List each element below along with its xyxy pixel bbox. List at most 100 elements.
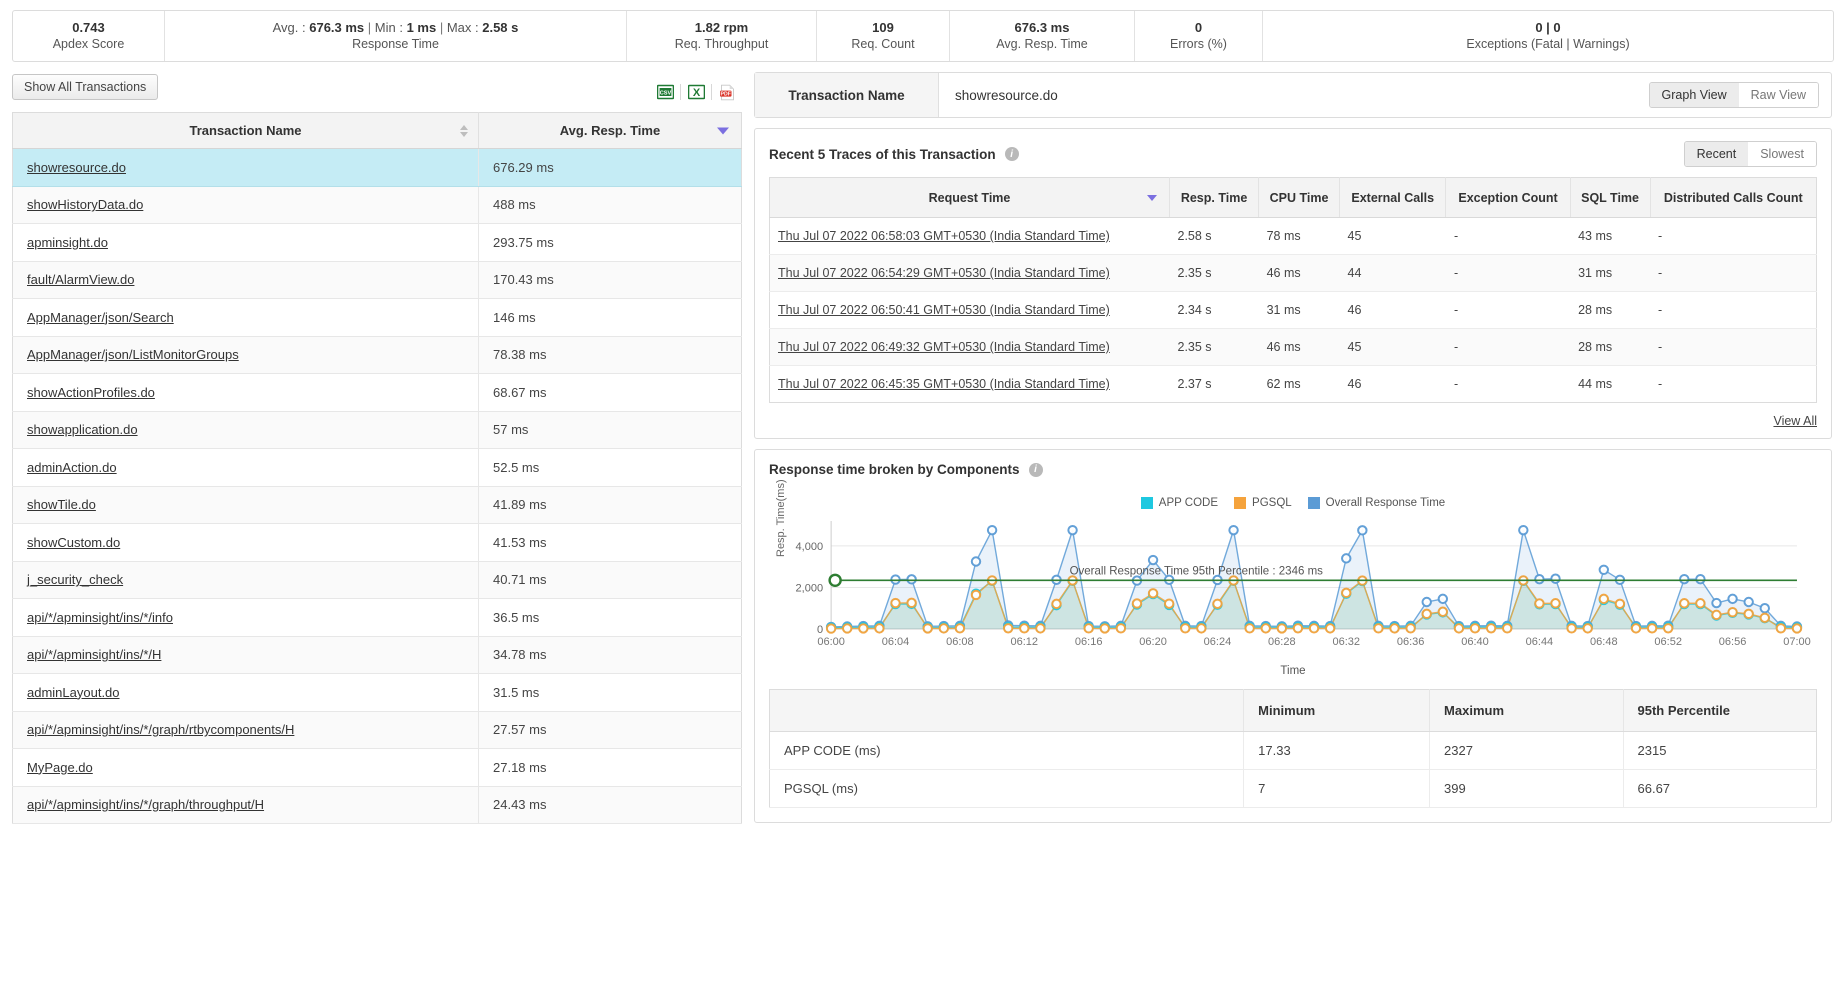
chart-data-point[interactable] bbox=[906, 597, 917, 609]
transaction-link[interactable]: MyPage.do bbox=[27, 760, 93, 775]
chart-data-point[interactable] bbox=[1534, 573, 1545, 585]
chart-data-point[interactable] bbox=[1228, 524, 1239, 536]
chart-data-point[interactable] bbox=[1695, 573, 1706, 585]
chart-data-point[interactable] bbox=[1485, 623, 1497, 634]
chart-data-point[interactable] bbox=[1292, 623, 1304, 634]
chart-data-point[interactable] bbox=[1566, 623, 1577, 634]
chart-data-point[interactable] bbox=[1115, 623, 1127, 634]
traces-column-header[interactable]: Distributed Calls Count bbox=[1650, 177, 1817, 218]
chart-data-point[interactable] bbox=[1341, 553, 1352, 564]
trace-time-link[interactable]: Thu Jul 07 2022 06:54:29 GMT+0530 (India… bbox=[778, 266, 1110, 280]
chart-data-point[interactable] bbox=[1421, 596, 1432, 608]
trace-row[interactable]: Thu Jul 07 2022 06:45:35 GMT+0530 (India… bbox=[770, 366, 1817, 403]
trace-time-link[interactable]: Thu Jul 07 2022 06:50:41 GMT+0530 (India… bbox=[778, 303, 1110, 317]
show-all-transactions-button[interactable]: Show All Transactions bbox=[12, 74, 159, 100]
chart-data-point[interactable] bbox=[1212, 598, 1223, 609]
chart-data-point[interactable] bbox=[970, 556, 982, 567]
chart-data-point[interactable] bbox=[890, 597, 901, 609]
traces-column-header[interactable]: Resp. Time bbox=[1169, 177, 1260, 218]
chart-data-point[interactable] bbox=[1695, 598, 1706, 609]
chart-data-point[interactable] bbox=[1244, 623, 1255, 634]
transaction-link[interactable]: showActionProfiles.do bbox=[27, 385, 155, 400]
transaction-row[interactable]: showHistoryData.do 488 ms bbox=[12, 186, 742, 224]
chart-data-point[interactable] bbox=[1341, 587, 1352, 599]
chart-data-point[interactable] bbox=[1727, 593, 1738, 605]
transaction-link[interactable]: api/*/apminsight/ins/*/graph/throughput/… bbox=[27, 797, 264, 812]
chart-data-point[interactable] bbox=[1598, 564, 1610, 576]
trace-row[interactable]: Thu Jul 07 2022 06:54:29 GMT+0530 (India… bbox=[769, 254, 1817, 292]
trace-time-link[interactable]: Thu Jul 07 2022 06:49:32 GMT+0530 (India… bbox=[778, 340, 1110, 354]
raw-view-tab[interactable]: Raw View bbox=[1738, 83, 1818, 107]
legend-item[interactable]: PGSQL bbox=[1234, 497, 1292, 509]
traces-column-header[interactable]: Exception Count bbox=[1445, 177, 1571, 218]
chart-data-point[interactable] bbox=[1453, 623, 1465, 634]
transaction-link[interactable]: api/*/apminsight/ins/*/graph/rtbycompone… bbox=[27, 722, 294, 737]
sort-both-icon[interactable] bbox=[460, 124, 468, 137]
transaction-row[interactable]: api/*/apminsight/ins/*/graph/rtbycompone… bbox=[12, 711, 742, 749]
chart-data-point[interactable] bbox=[1324, 623, 1336, 634]
chart-data-point[interactable] bbox=[1180, 623, 1191, 634]
chart-data-point[interactable] bbox=[1534, 598, 1545, 609]
transaction-row[interactable]: AppManager/json/ListMonitorGroups 78.38 m… bbox=[12, 336, 742, 374]
chart-data-point[interactable] bbox=[842, 623, 853, 634]
transaction-row[interactable]: AppManager/json/Search 146 ms bbox=[12, 298, 742, 337]
transaction-link[interactable]: showHistoryData.do bbox=[27, 197, 143, 212]
chart-data-point[interactable] bbox=[922, 623, 933, 634]
transaction-link[interactable]: apminsight.do bbox=[27, 235, 108, 250]
transaction-row[interactable]: showTile.do 41.89 ms bbox=[12, 486, 742, 524]
chart-data-point[interactable] bbox=[986, 524, 998, 536]
chart-data-point[interactable] bbox=[1662, 623, 1674, 634]
chart-data-point[interactable] bbox=[1276, 623, 1288, 634]
chart-data-point[interactable] bbox=[1019, 623, 1030, 634]
legend-item[interactable]: Overall Response Time bbox=[1307, 497, 1445, 509]
transaction-link[interactable]: api/*/apminsight/ins/*/info bbox=[27, 610, 173, 625]
components-info-icon[interactable]: i bbox=[1028, 462, 1043, 477]
chart-data-point[interactable] bbox=[1357, 525, 1368, 536]
transaction-row[interactable]: adminAction.do 52.5 ms bbox=[12, 448, 742, 487]
chart-data-point[interactable] bbox=[1437, 593, 1449, 605]
chart-data-point[interactable] bbox=[1775, 623, 1787, 634]
chart-data-point[interactable] bbox=[1743, 608, 1754, 620]
trace-row[interactable]: Thu Jul 07 2022 06:50:41 GMT+0530 (India… bbox=[769, 291, 1817, 329]
pdf-export-icon[interactable]: PDF bbox=[712, 81, 742, 103]
transaction-row[interactable]: showCustom.do 41.53 ms bbox=[12, 523, 742, 562]
chart-data-point[interactable] bbox=[1727, 606, 1738, 618]
transaction-row[interactable]: MyPage.do 27.18 ms bbox=[12, 748, 742, 787]
transaction-row[interactable]: api/*/apminsight/ins/*/H 34.78 ms bbox=[12, 636, 742, 674]
chart-data-point[interactable] bbox=[954, 623, 966, 634]
view-all-link[interactable]: View All bbox=[1773, 414, 1817, 428]
chart-data-point[interactable] bbox=[1759, 612, 1770, 623]
transaction-row[interactable]: j_security_check 40.71 ms bbox=[12, 561, 742, 599]
transaction-link[interactable]: AppManager/json/Search bbox=[27, 310, 174, 325]
trace-time-link[interactable]: Thu Jul 07 2022 06:45:35 GMT+0530 (India… bbox=[778, 377, 1110, 391]
chart-data-point[interactable] bbox=[1502, 623, 1513, 634]
chart-data-point[interactable] bbox=[1083, 623, 1094, 634]
chart-data-point[interactable] bbox=[938, 623, 950, 634]
chart-data-point[interactable] bbox=[1421, 608, 1432, 620]
chart-data-point[interactable] bbox=[1711, 597, 1722, 609]
chart-data-point[interactable] bbox=[1518, 524, 1529, 536]
transaction-link[interactable]: api/*/apminsight/ins/*/H bbox=[27, 647, 161, 662]
sort-descending-active-icon[interactable] bbox=[717, 127, 729, 134]
chart-data-point[interactable] bbox=[1437, 606, 1449, 617]
chart-data-point[interactable] bbox=[1791, 623, 1803, 634]
chart-data-point[interactable] bbox=[1598, 593, 1610, 605]
transaction-row[interactable]: fault/AlarmView.do 170.43 ms bbox=[12, 261, 742, 299]
chart-data-point[interactable] bbox=[1550, 598, 1561, 609]
transaction-link[interactable]: showTile.do bbox=[27, 497, 96, 512]
chart-data-point[interactable] bbox=[1131, 598, 1143, 609]
chart-data-point[interactable] bbox=[858, 623, 869, 634]
transaction-link[interactable]: AppManager/json/ListMonitorGroups bbox=[27, 347, 239, 362]
chart-data-point[interactable] bbox=[1405, 623, 1416, 634]
chart-data-point[interactable] bbox=[1147, 588, 1159, 599]
chart-data-point[interactable] bbox=[1067, 524, 1078, 536]
chart-data-point[interactable] bbox=[1035, 623, 1046, 634]
excel-export-icon[interactable]: X bbox=[681, 81, 711, 103]
traces-column-header[interactable]: Request Time bbox=[769, 177, 1170, 218]
chart-data-point[interactable] bbox=[1679, 573, 1690, 585]
chart-data-point[interactable] bbox=[1582, 623, 1593, 634]
transaction-link[interactable]: j_security_check bbox=[27, 572, 123, 587]
transaction-link[interactable]: fault/AlarmView.do bbox=[27, 272, 134, 287]
chart-data-point[interactable] bbox=[1646, 623, 1658, 634]
chart-data-point[interactable] bbox=[1002, 623, 1014, 634]
